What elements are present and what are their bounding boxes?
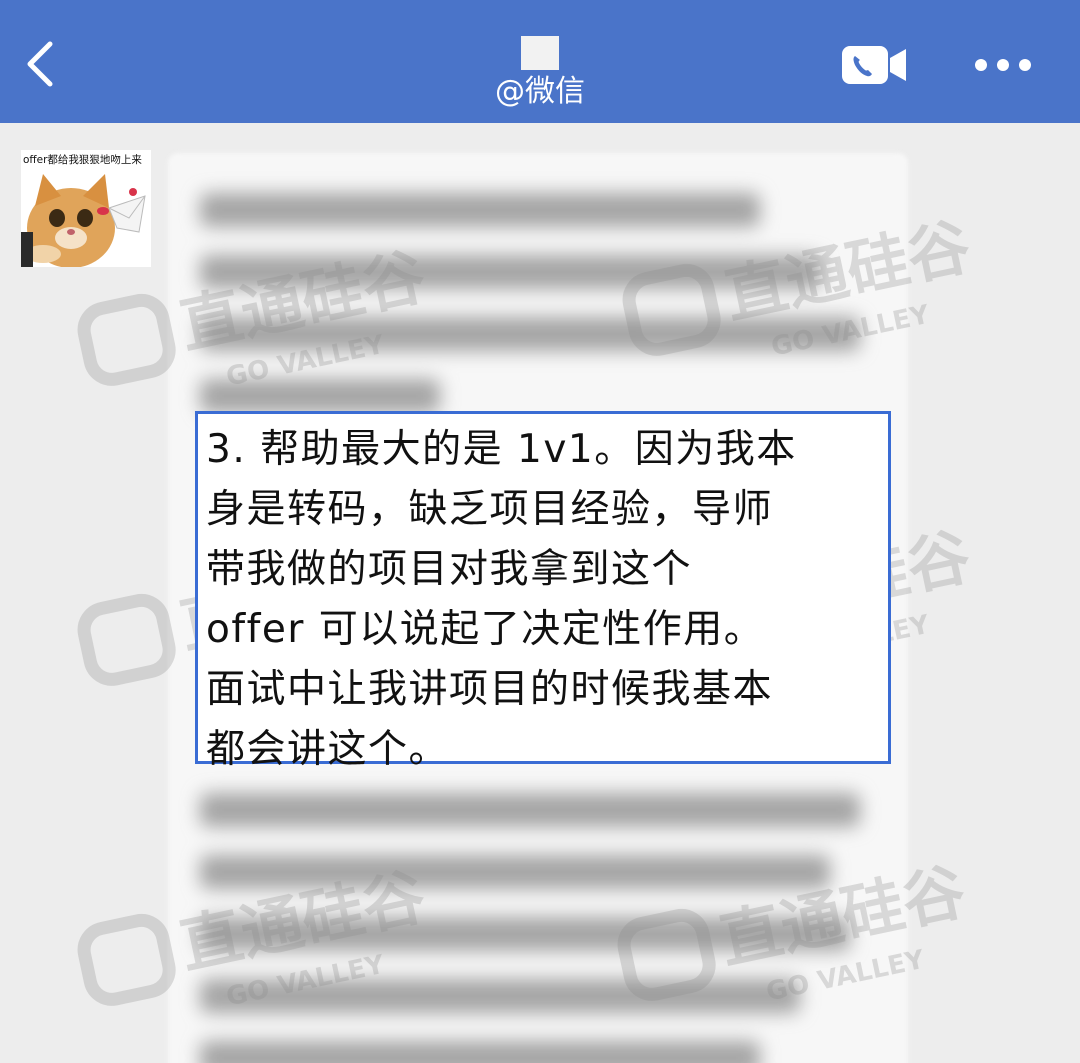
message-line: 身是转码，缺乏项目经验，导师 [206, 487, 774, 532]
message-line: 面试中让我讲项目的时候我基本 [206, 667, 774, 712]
message-line: offer 可以说起了决定性作用。 [206, 607, 765, 652]
top-navigation-bar: @微信 [0, 0, 1080, 123]
sender-avatar-sticker[interactable]: offer都给我狠狠地吻上来 [21, 150, 151, 267]
message-line: 带我做的项目对我拿到这个 [206, 547, 693, 592]
highlighted-message-text[interactable]: 3. 帮助最大的是 1v1。因为我本 身是转码，缺乏项目经验，导师 带我做的项目… [195, 411, 891, 772]
back-button[interactable] [20, 36, 64, 92]
cat-sticker-image [21, 174, 146, 267]
more-dots-icon [975, 59, 1031, 71]
chat-subtitle: @微信 [495, 74, 585, 109]
message-line: 都会讲这个。 [206, 727, 450, 772]
video-call-button[interactable] [840, 44, 908, 86]
sticker-caption: offer都给我狠狠地吻上来 [23, 154, 142, 166]
chevron-left-icon [27, 41, 53, 87]
chat-area[interactable]: offer都给我狠狠地吻上来 直通硅谷 GO VALLEY 直通硅谷 GO VA… [0, 123, 1080, 1063]
more-options-button[interactable] [972, 52, 1034, 78]
video-call-icon [842, 46, 906, 84]
message-text: 3. 帮助最大的是 1v1。因为我本 身是转码，缺乏项目经验，导师 带我做的项目… [206, 420, 880, 780]
chat-title: @微信 [440, 36, 640, 116]
message-line: 3. 帮助最大的是 1v1。因为我本 [206, 427, 797, 472]
contact-name-redacted [521, 36, 559, 70]
